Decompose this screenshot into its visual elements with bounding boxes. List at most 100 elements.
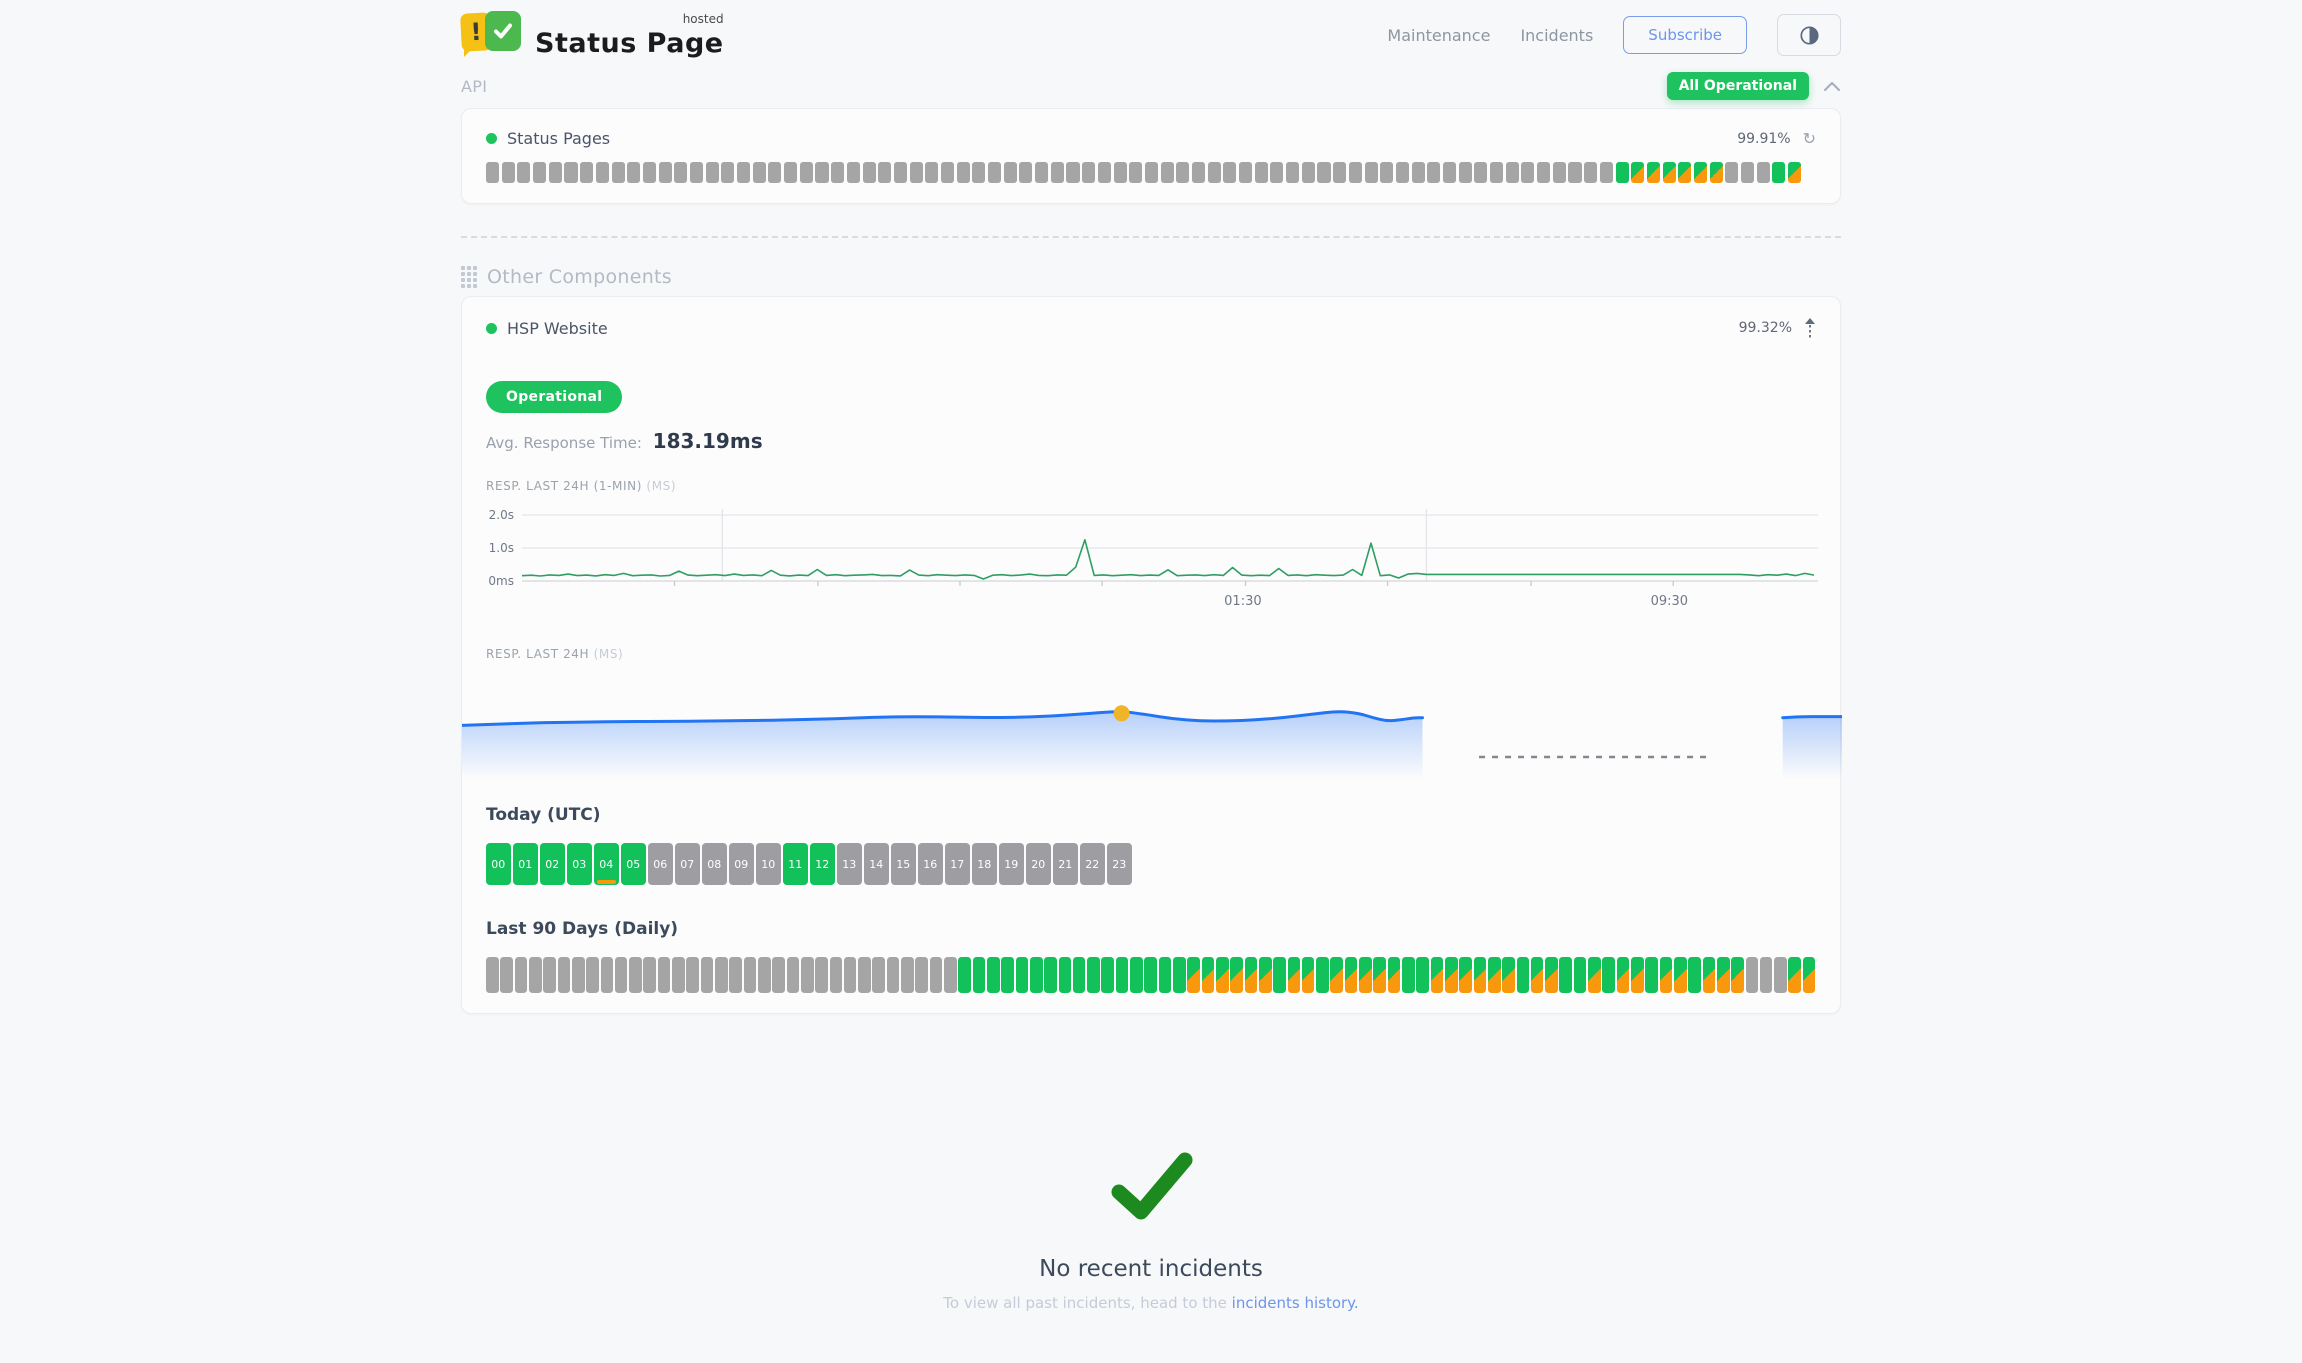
daily-uptime-bar[interactable] bbox=[1717, 957, 1730, 993]
daily-uptime-bar[interactable] bbox=[1445, 957, 1458, 993]
daily-uptime-bar[interactable] bbox=[500, 957, 513, 993]
uptime-bar[interactable] bbox=[1176, 162, 1189, 183]
daily-uptime-bar[interactable] bbox=[1273, 957, 1286, 993]
uptime-bar[interactable] bbox=[737, 162, 750, 183]
uptime-bar[interactable] bbox=[1443, 162, 1456, 183]
daily-uptime-bar[interactable] bbox=[1059, 957, 1072, 993]
daily-uptime-bar[interactable] bbox=[658, 957, 671, 993]
daily-uptime-bar[interactable] bbox=[1159, 957, 1172, 993]
uptime-bar[interactable] bbox=[988, 162, 1001, 183]
uptime-bar[interactable] bbox=[1710, 162, 1723, 183]
brand-logo[interactable]: ! hosted Status Page bbox=[461, 11, 724, 59]
daily-uptime-bar[interactable] bbox=[629, 957, 642, 993]
uptime-bar[interactable] bbox=[1349, 162, 1362, 183]
daily-uptime-bar[interactable] bbox=[1187, 957, 1200, 993]
uptime-bar[interactable] bbox=[580, 162, 593, 183]
hour-block[interactable]: 22 bbox=[1080, 843, 1105, 885]
uptime-bar[interactable] bbox=[1380, 162, 1393, 183]
daily-uptime-bar[interactable] bbox=[1803, 957, 1816, 993]
uptime-bar[interactable] bbox=[1616, 162, 1629, 183]
daily-uptime-bar[interactable] bbox=[744, 957, 757, 993]
hour-block[interactable]: 16 bbox=[918, 843, 943, 885]
daily-uptime-bar[interactable] bbox=[1674, 957, 1687, 993]
daily-uptime-bar[interactable] bbox=[1101, 957, 1114, 993]
daily-uptime-bar[interactable] bbox=[715, 957, 728, 993]
daily-uptime-bar[interactable] bbox=[1087, 957, 1100, 993]
daily-uptime-bar[interactable] bbox=[615, 957, 628, 993]
daily-uptime-bar[interactable] bbox=[1402, 957, 1415, 993]
uptime-bar[interactable] bbox=[1584, 162, 1597, 183]
incidents-history-link[interactable]: incidents history. bbox=[1232, 1294, 1359, 1312]
uptime-bar[interactable] bbox=[627, 162, 640, 183]
uptime-bar[interactable] bbox=[502, 162, 515, 183]
uptime-bar[interactable] bbox=[1725, 162, 1738, 183]
hour-block[interactable]: 00 bbox=[486, 843, 511, 885]
uptime-bar[interactable] bbox=[815, 162, 828, 183]
uptime-bar[interactable] bbox=[753, 162, 766, 183]
hour-block[interactable]: 01 bbox=[513, 843, 538, 885]
uptime-bar[interactable] bbox=[564, 162, 577, 183]
uptime-bar[interactable] bbox=[1082, 162, 1095, 183]
chevron-up-icon[interactable] bbox=[1823, 81, 1841, 92]
daily-uptime-bar[interactable] bbox=[1688, 957, 1701, 993]
daily-uptime-bar[interactable] bbox=[958, 957, 971, 993]
uptime-bar[interactable] bbox=[1302, 162, 1315, 183]
daily-uptime-bar[interactable] bbox=[1574, 957, 1587, 993]
hour-block[interactable]: 12 bbox=[810, 843, 835, 885]
daily-uptime-bar[interactable] bbox=[1559, 957, 1572, 993]
uptime-bar[interactable] bbox=[1474, 162, 1487, 183]
uptime-bar[interactable] bbox=[1788, 162, 1801, 183]
subscribe-button[interactable]: Subscribe bbox=[1623, 16, 1747, 54]
response-time-line-chart[interactable]: 2.0s1.0s0ms01:3009:30 bbox=[486, 501, 1818, 613]
daily-uptime-bar[interactable] bbox=[987, 957, 1000, 993]
daily-uptime-bar[interactable] bbox=[672, 957, 685, 993]
uptime-bar[interactable] bbox=[1114, 162, 1127, 183]
hour-block[interactable]: 07 bbox=[675, 843, 700, 885]
daily-uptime-bar[interactable] bbox=[915, 957, 928, 993]
daily-uptime-bar[interactable] bbox=[701, 957, 714, 993]
daily-uptime-bar[interactable] bbox=[1416, 957, 1429, 993]
response-time-area-chart[interactable] bbox=[462, 669, 1842, 779]
uptime-bar[interactable] bbox=[533, 162, 546, 183]
daily-uptime-bar[interactable] bbox=[1202, 957, 1215, 993]
uptime-bar[interactable] bbox=[925, 162, 938, 183]
daily-uptime-bar[interactable] bbox=[1788, 957, 1801, 993]
uptime-bar[interactable] bbox=[1600, 162, 1613, 183]
uptime-bar[interactable] bbox=[674, 162, 687, 183]
uptime-bar[interactable] bbox=[1208, 162, 1221, 183]
daily-uptime-bar[interactable] bbox=[930, 957, 943, 993]
daily-uptime-bar[interactable] bbox=[1474, 957, 1487, 993]
uptime-bar[interactable] bbox=[1694, 162, 1707, 183]
uptime-bar[interactable] bbox=[894, 162, 907, 183]
uptime-bar[interactable] bbox=[1066, 162, 1079, 183]
uptime-bar[interactable] bbox=[1490, 162, 1503, 183]
daily-uptime-bar[interactable] bbox=[515, 957, 528, 993]
uptime-bar[interactable] bbox=[957, 162, 970, 183]
daily-uptime-bar[interactable] bbox=[1746, 957, 1759, 993]
uptime-bar[interactable] bbox=[706, 162, 719, 183]
daily-uptime-bar[interactable] bbox=[1545, 957, 1558, 993]
hour-block[interactable]: 06 bbox=[648, 843, 673, 885]
uptime-bar[interactable] bbox=[1035, 162, 1048, 183]
daily-uptime-bar[interactable] bbox=[1631, 957, 1644, 993]
daily-uptime-bar[interactable] bbox=[1130, 957, 1143, 993]
daily-uptime-bar[interactable] bbox=[1044, 957, 1057, 993]
uptime-bar[interactable] bbox=[1741, 162, 1754, 183]
hour-block[interactable]: 11 bbox=[783, 843, 808, 885]
uptime-bar[interactable] bbox=[1239, 162, 1252, 183]
uptime-bar[interactable] bbox=[659, 162, 672, 183]
uptime-bar[interactable] bbox=[1161, 162, 1174, 183]
daily-uptime-bar[interactable] bbox=[901, 957, 914, 993]
daily-uptime-bar[interactable] bbox=[1488, 957, 1501, 993]
hour-block[interactable]: 19 bbox=[999, 843, 1024, 885]
uptime-bar[interactable] bbox=[1255, 162, 1268, 183]
nav-incidents[interactable]: Incidents bbox=[1520, 26, 1593, 45]
hour-block[interactable]: 08 bbox=[702, 843, 727, 885]
uptime-bar[interactable] bbox=[1678, 162, 1691, 183]
daily-uptime-bar[interactable] bbox=[1531, 957, 1544, 993]
daily-uptime-bar[interactable] bbox=[1459, 957, 1472, 993]
daily-uptime-bar[interactable] bbox=[858, 957, 871, 993]
hour-block[interactable]: 13 bbox=[837, 843, 862, 885]
uptime-bar[interactable] bbox=[941, 162, 954, 183]
daily-uptime-bar[interactable] bbox=[1774, 957, 1787, 993]
